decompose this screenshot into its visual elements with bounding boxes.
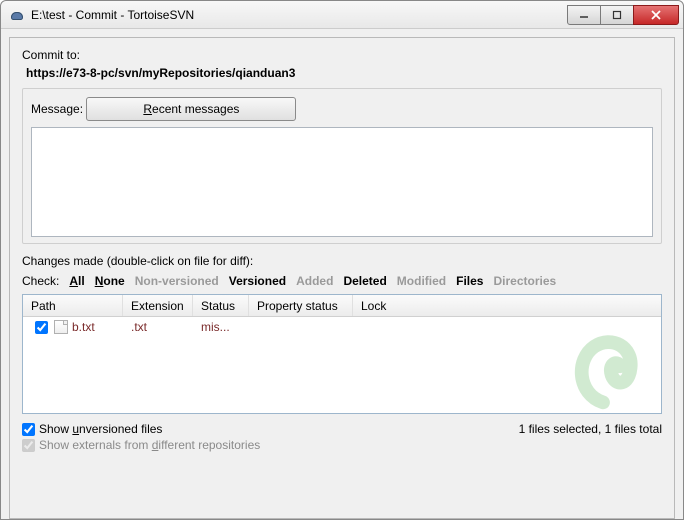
filter-added[interactable]: Added	[296, 274, 333, 288]
col-property-status[interactable]: Property status	[249, 295, 353, 316]
show-externals-checkbox: Show externals from different repositori…	[22, 438, 260, 452]
show-unversioned-checkbox[interactable]: Show unversioned files	[22, 422, 260, 436]
recent-messages-button[interactable]: Recent messages	[86, 97, 296, 121]
col-lock[interactable]: Lock	[353, 295, 661, 316]
filter-directories[interactable]: Directories	[493, 274, 556, 288]
commit-dialog: E:\test - Commit - TortoiseSVN Commit to…	[0, 0, 684, 520]
filter-files[interactable]: Files	[456, 274, 483, 288]
client-area: Commit to: https://e73-8-pc/svn/myReposi…	[9, 37, 675, 519]
window-title: E:\test - Commit - TortoiseSVN	[31, 8, 194, 22]
tortoise-icon	[9, 7, 25, 23]
row-extension: .txt	[123, 317, 193, 337]
col-status[interactable]: Status	[193, 295, 249, 316]
window-controls	[568, 5, 679, 25]
selection-status: 1 files selected, 1 files total	[519, 420, 662, 436]
row-property-status	[249, 317, 353, 337]
filter-non-versioned[interactable]: Non-versioned	[135, 274, 219, 288]
options-column: Show unversioned files Show externals fr…	[22, 420, 260, 454]
message-textarea[interactable]	[31, 127, 653, 237]
bottom-row: Show unversioned files Show externals fr…	[22, 420, 662, 454]
message-legend: Message:	[31, 102, 83, 116]
row-checkbox[interactable]	[35, 321, 48, 334]
file-icon	[54, 320, 68, 334]
filter-versioned[interactable]: Versioned	[229, 274, 286, 288]
file-list[interactable]: Path Extension Status Property status Lo…	[22, 294, 662, 414]
filter-all[interactable]: All	[69, 274, 84, 288]
filter-none[interactable]: None	[95, 274, 125, 288]
file-list-header[interactable]: Path Extension Status Property status Lo…	[23, 295, 661, 317]
filter-modified[interactable]: Modified	[397, 274, 446, 288]
row-status: mis...	[193, 317, 249, 337]
commit-to-label: Commit to:	[22, 48, 662, 62]
row-path: b.txt	[72, 320, 95, 334]
col-path[interactable]: Path	[23, 295, 123, 316]
minimize-button[interactable]	[567, 5, 601, 25]
maximize-button[interactable]	[600, 5, 634, 25]
check-filter-row: Check: All None Non-versioned Versioned …	[22, 274, 662, 288]
changes-label: Changes made (double-click on file for d…	[22, 254, 662, 268]
filter-deleted[interactable]: Deleted	[343, 274, 386, 288]
watermark-icon	[555, 325, 651, 411]
check-label: Check:	[22, 274, 59, 288]
commit-url: https://e73-8-pc/svn/myRepositories/qian…	[22, 66, 662, 80]
message-group: Message: Recent messages	[22, 88, 662, 244]
close-button[interactable]	[633, 5, 679, 25]
col-extension[interactable]: Extension	[123, 295, 193, 316]
titlebar[interactable]: E:\test - Commit - TortoiseSVN	[1, 1, 683, 29]
